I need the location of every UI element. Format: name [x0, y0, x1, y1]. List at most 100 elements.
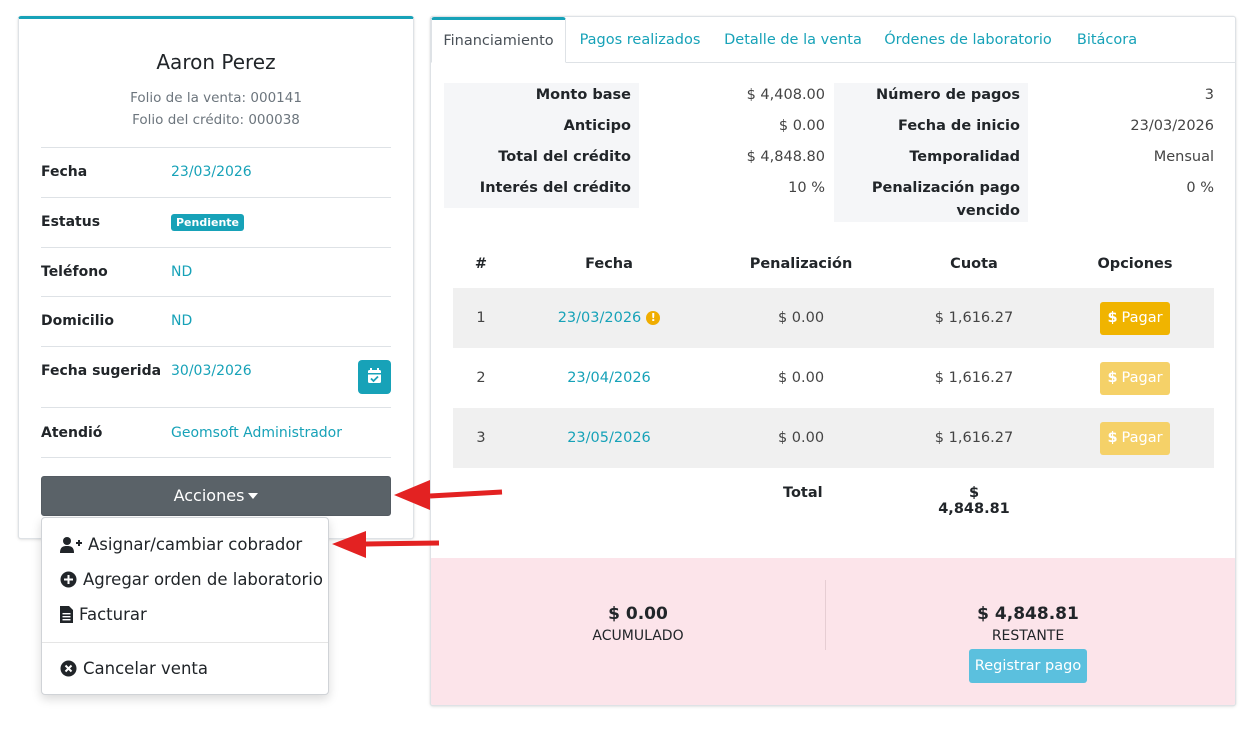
telefono-value: ND	[171, 264, 193, 280]
cell-num: 3	[476, 430, 486, 446]
tab-detalle-venta[interactable]: Detalle de la venta	[722, 17, 864, 63]
annotation-arrow-acciones	[394, 480, 503, 510]
pagar-button-disabled: $ Pagar	[1100, 421, 1170, 455]
cell-fecha: 23/04/2026	[567, 370, 651, 386]
acciones-label: Acciones	[173, 486, 245, 505]
tab-pagos-realizados[interactable]: Pagos realizados	[573, 17, 707, 63]
cell-opciones: $ Pagar	[1085, 408, 1185, 468]
col-header-cuota: Cuota	[950, 256, 998, 272]
fecha-inicio-value: 23/03/2026	[1130, 118, 1214, 134]
pagar-label: Pagar	[1121, 370, 1163, 386]
menu-item-facturar[interactable]: Facturar	[60, 605, 147, 624]
pagar-label: Pagar	[1121, 430, 1163, 446]
penalizacion-label-line2: vencido	[956, 203, 1020, 219]
folio-credito: Folio del crédito: 000038	[132, 112, 300, 128]
table-row: 2 23/04/2026 $ 0.00 $ 1,616.27 $ Pagar	[453, 348, 1214, 408]
acciones-button[interactable]: Acciones	[41, 476, 391, 516]
info-row-estatus: Estatus Pendiente	[41, 197, 391, 247]
interes-label: Interés del crédito	[479, 180, 631, 196]
acumulado-label: ACUMULADO	[592, 628, 684, 644]
menu-item-asignar-cobrador[interactable]: Asignar/cambiar cobrador	[60, 535, 302, 554]
times-circle-icon	[60, 660, 77, 677]
caret-down-icon	[248, 492, 259, 499]
menu-item-label: Asignar/cambiar cobrador	[88, 535, 303, 554]
monto-base-value: $ 4,408.00	[746, 87, 825, 103]
col-header-penalizacion: Penalización	[749, 256, 853, 272]
pagar-label: Pagar	[1121, 310, 1163, 326]
fecha-value: 23/03/2026	[171, 164, 252, 180]
balance-footer: $ 0.00 ACUMULADO $ 4,848.81 RESTANTE Reg…	[431, 558, 1235, 705]
interes-value: 10 %	[788, 180, 825, 196]
fecha-sugerida-label: Fecha sugerida	[41, 363, 162, 379]
temporalidad-value: Mensual	[1153, 149, 1214, 165]
numero-pagos-value: 3	[1204, 87, 1214, 103]
dollar-icon: $	[1107, 310, 1118, 326]
info-row-atendio: Atendió Geomsoft Administrador	[41, 407, 391, 458]
monto-base-label: Monto base	[535, 87, 631, 103]
dollar-icon: $	[1107, 370, 1118, 386]
table-row: 1 23/03/2026! $ 0.00 $ 1,616.27 $ Pagar	[453, 288, 1214, 348]
domicilio-value: ND	[171, 313, 193, 329]
restante-label: RESTANTE	[991, 628, 1065, 644]
menu-item-cancelar-venta[interactable]: Cancelar venta	[60, 659, 208, 678]
tab-financiamiento[interactable]: Financiamiento	[431, 17, 566, 63]
total-label: Total	[783, 485, 823, 501]
atendio-value: Geomsoft Administrador	[171, 425, 342, 441]
cell-fecha: 23/05/2026	[567, 430, 651, 446]
col-header-opciones: Opciones	[1097, 256, 1173, 272]
user-plus-icon	[60, 536, 82, 553]
pagar-button-disabled: $ Pagar	[1100, 361, 1170, 395]
calendar-button[interactable]	[358, 360, 391, 394]
cell-cuota: $ 1,616.27	[934, 370, 1014, 386]
cell-penalizacion: $ 0.00	[777, 310, 825, 326]
cell-opciones: $ Pagar	[1085, 288, 1185, 348]
total-value: $ 4,848.81	[938, 485, 1010, 517]
cell-fecha-text: 23/03/2026	[557, 310, 642, 326]
cell-penalizacion: $ 0.00	[777, 430, 825, 446]
status-badge: Pendiente	[171, 214, 245, 231]
menu-item-label: Facturar	[79, 605, 147, 624]
atendio-label: Atendió	[41, 425, 103, 441]
registrar-pago-button[interactable]: Registrar pago	[969, 649, 1087, 683]
warning-icon: !	[646, 311, 661, 325]
info-row-domicilio: Domicilio ND	[41, 296, 391, 346]
telefono-label: Teléfono	[41, 264, 108, 280]
tab-bar: Financiamiento Pagos realizados Detalle …	[431, 17, 1235, 63]
info-row-fecha: Fecha 23/03/2026	[41, 147, 391, 197]
cell-num: 2	[476, 370, 486, 386]
file-invoice-icon	[60, 606, 73, 623]
total-credito-label: Total del crédito	[498, 149, 631, 165]
fecha-sugerida-value: 30/03/2026	[171, 363, 252, 379]
col-header-fecha: Fecha	[585, 256, 633, 272]
menu-divider	[42, 642, 328, 643]
cell-opciones: $ Pagar	[1085, 348, 1185, 408]
fecha-label: Fecha	[41, 164, 88, 180]
annotation-arrow-asignar	[332, 531, 440, 558]
pagar-button[interactable]: $ Pagar	[1100, 301, 1170, 335]
info-row-fecha-sugerida: Fecha sugerida 30/03/2026	[41, 346, 391, 407]
cell-num: 1	[476, 310, 486, 326]
penalizacion-label-line1: Penalización pago	[871, 180, 1020, 196]
estatus-label: Estatus	[41, 214, 101, 230]
numero-pagos-label: Número de pagos	[876, 87, 1020, 103]
acumulado-amount: $ 0.00	[608, 604, 668, 624]
cell-cuota: $ 1,616.27	[934, 430, 1014, 446]
cell-cuota: $ 1,616.27	[934, 310, 1014, 326]
dollar-icon: $	[1107, 430, 1118, 446]
footer-divider	[825, 580, 826, 650]
client-name: Aaron Perez	[156, 50, 276, 74]
fecha-inicio-label: Fecha de inicio	[898, 118, 1020, 134]
cell-penalizacion: $ 0.00	[777, 370, 825, 386]
temporalidad-label: Temporalidad	[909, 149, 1020, 165]
col-header-num: #	[474, 256, 488, 272]
total-credito-value: $ 4,848.80	[746, 149, 825, 165]
tab-ordenes-laboratorio[interactable]: Órdenes de laboratorio	[882, 17, 1054, 63]
tab-bitacora[interactable]: Bitácora	[1073, 17, 1141, 63]
domicilio-label: Domicilio	[41, 313, 114, 329]
menu-item-label: Cancelar venta	[83, 659, 208, 678]
table-row: 3 23/05/2026 $ 0.00 $ 1,616.27 $ Pagar	[453, 408, 1214, 468]
client-card: Aaron Perez Folio de la venta: 000141 Fo…	[18, 16, 414, 539]
menu-item-label: Agregar orden de laboratorio	[83, 570, 323, 589]
menu-item-agregar-orden[interactable]: Agregar orden de laboratorio	[60, 570, 323, 589]
restante-amount: $ 4,848.81	[977, 604, 1079, 624]
